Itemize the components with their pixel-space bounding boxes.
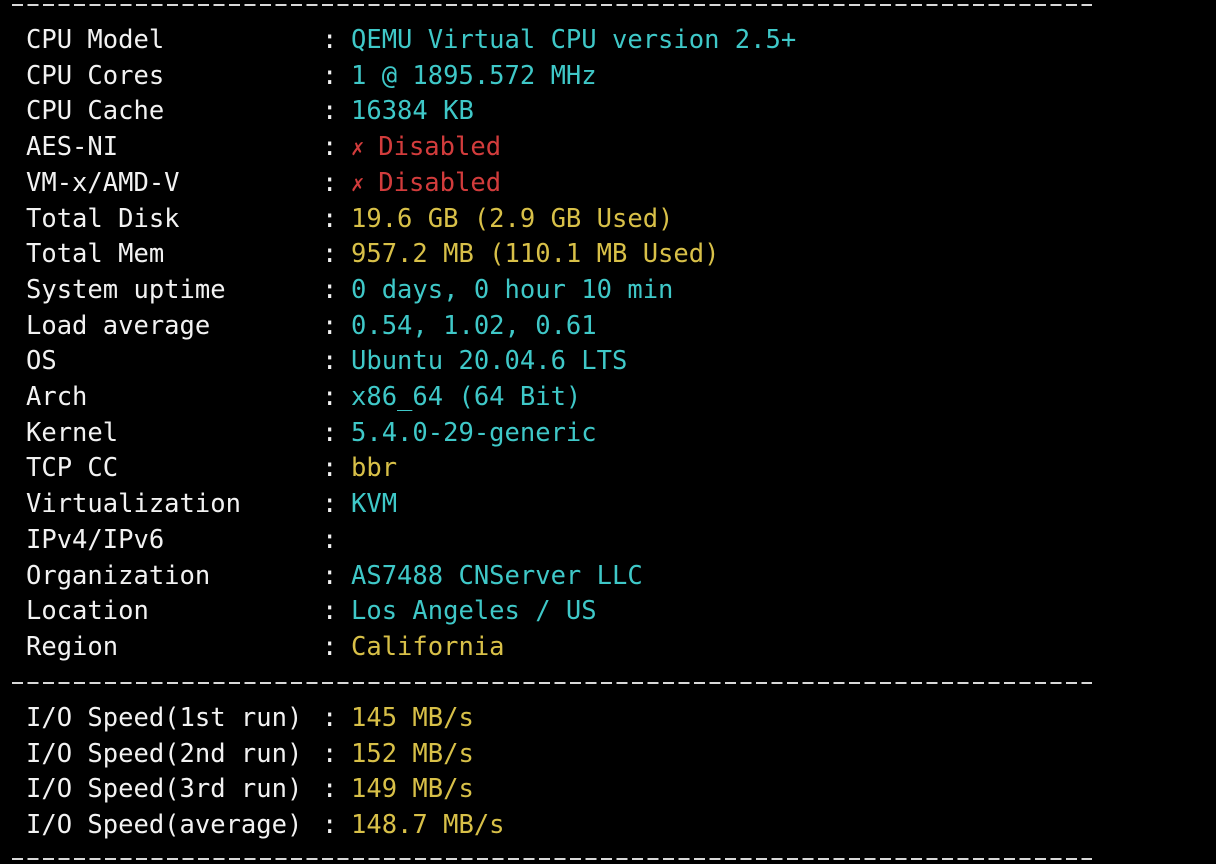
row-separator: : (322, 132, 338, 163)
row-separator: : (322, 274, 338, 305)
row-label: CPU Cache (26, 96, 165, 127)
row-label: I/O Speed(3rd run) (26, 774, 303, 805)
row-separator: : (322, 560, 338, 591)
row-value: 19.6 GB (2.9 GB Used) (351, 201, 673, 237)
cross-icon: ✗ (351, 136, 365, 162)
row-value: 957.2 MB (110.1 MB Used) (351, 236, 719, 272)
row-value-text: 0.54, 1.02, 0.61 (351, 310, 597, 341)
row-value: AS7488 CNServer LLC (351, 558, 643, 594)
row-value: Los Angeles / US (351, 593, 597, 629)
row-separator: : (322, 96, 338, 127)
row-value-text: 148.7 MB/s (351, 810, 505, 841)
row-label: I/O Speed(average) (26, 810, 303, 841)
row-separator: : (322, 774, 338, 805)
row-value-text: California (351, 631, 505, 662)
row-label: Virtualization (26, 489, 241, 520)
row-separator: : (322, 631, 338, 662)
row-value: 149 MB/s (351, 771, 474, 807)
row-label: I/O Speed(2nd run) (26, 738, 303, 769)
row-label: TCP CC (26, 453, 119, 484)
row-separator: : (322, 167, 338, 198)
row-value: 148.7 MB/s (351, 807, 505, 843)
row-value: Ubuntu 20.04.6 LTS (351, 343, 627, 379)
row-value-text: 5.4.0-29-generic (351, 417, 597, 448)
row-value: California (351, 629, 505, 665)
row-label: Kernel (26, 417, 119, 448)
divider-bottom (12, 858, 1092, 860)
row-value-text: Ubuntu 20.04.6 LTS (351, 346, 628, 377)
row-value: KVM (351, 486, 397, 522)
row-value: 1 @ 1895.572 MHz (351, 58, 597, 94)
row-value-text: Disabled (378, 167, 502, 198)
row-value: ✗ Disabled (351, 129, 501, 167)
row-value-text: Los Angeles / US (351, 596, 597, 627)
row-value: x86_64 (64 Bit) (351, 379, 581, 415)
row-label: CPU Model (26, 25, 165, 55)
row-separator: : (322, 810, 338, 841)
row-separator: : (322, 524, 338, 555)
row-value-text: x86_64 (64 Bit) (351, 382, 582, 412)
row-label: VM-x/AMD-V (26, 167, 180, 198)
row-separator: : (322, 310, 338, 341)
row-value-text: KVM (351, 489, 398, 520)
row-separator: : (322, 382, 338, 412)
row-value: ✗ Disabled (351, 165, 501, 203)
row-separator: : (322, 417, 338, 448)
row-value: 145 MB/s (351, 700, 474, 736)
terminal-window[interactable]: CPU Model: QEMU Virtual CPU version 2.5+ C… (0, 0, 1216, 864)
row-value-text: 16384 KB (351, 96, 474, 127)
row-separator: : (322, 738, 338, 769)
row-value-text: bbr (351, 453, 398, 484)
row-value: bbr (351, 450, 397, 486)
row-value: QEMU Virtual CPU version 2.5+ (351, 22, 796, 58)
row-separator: : (322, 239, 338, 270)
row-label: Organization (26, 560, 211, 591)
cross-icon: ✗ (351, 171, 365, 197)
row-label: System uptime (26, 274, 226, 305)
row-label: OS (26, 346, 57, 377)
row-value: 0 days, 0 hour 10 min (351, 272, 673, 308)
row-separator: : (322, 203, 338, 234)
row-label: Load average (26, 310, 211, 341)
row-separator: : (322, 489, 338, 520)
row-label: I/O Speed(1st run) (26, 703, 303, 733)
row-value-text: 145 MB/s (351, 703, 474, 733)
row-value-text: 149 MB/s (351, 774, 474, 805)
divider-top (12, 4, 1092, 6)
row-separator: : (322, 596, 338, 627)
row-separator: : (322, 25, 338, 55)
row-label: Total Mem (26, 239, 165, 270)
row-value-text: 19.6 GB (2.9 GB Used) (351, 203, 674, 234)
row-value-text: QEMU Virtual CPU version 2.5+ (351, 25, 797, 55)
row-value: 16384 KB (351, 93, 474, 129)
row-value: 5.4.0-29-generic (351, 415, 597, 451)
row-value-text: 957.2 MB (110.1 MB Used) (351, 239, 720, 270)
row-value-text: AS7488 CNServer LLC (351, 560, 643, 591)
row-label: CPU Cores (26, 60, 165, 91)
row-label: IPv4/IPv6 (26, 524, 165, 555)
row-label: Total Disk (26, 203, 180, 234)
row-value: 152 MB/s (351, 736, 474, 772)
row-value-text: 152 MB/s (351, 738, 474, 769)
row-separator: : (322, 60, 338, 91)
row-separator: : (322, 453, 338, 484)
row-label: Region (26, 631, 119, 662)
row-label: Location (26, 596, 149, 627)
row-label: Arch (26, 382, 88, 412)
row-label: AES-NI (26, 132, 119, 163)
row-separator: : (322, 346, 338, 377)
row-value-text: 0 days, 0 hour 10 min (351, 274, 674, 305)
row-separator: : (322, 703, 338, 733)
row-value-text: Disabled (378, 132, 502, 163)
divider-middle (12, 682, 1092, 684)
row-value: 0.54, 1.02, 0.61 (351, 308, 597, 344)
row-value-text: 1 @ 1895.572 MHz (351, 60, 597, 91)
